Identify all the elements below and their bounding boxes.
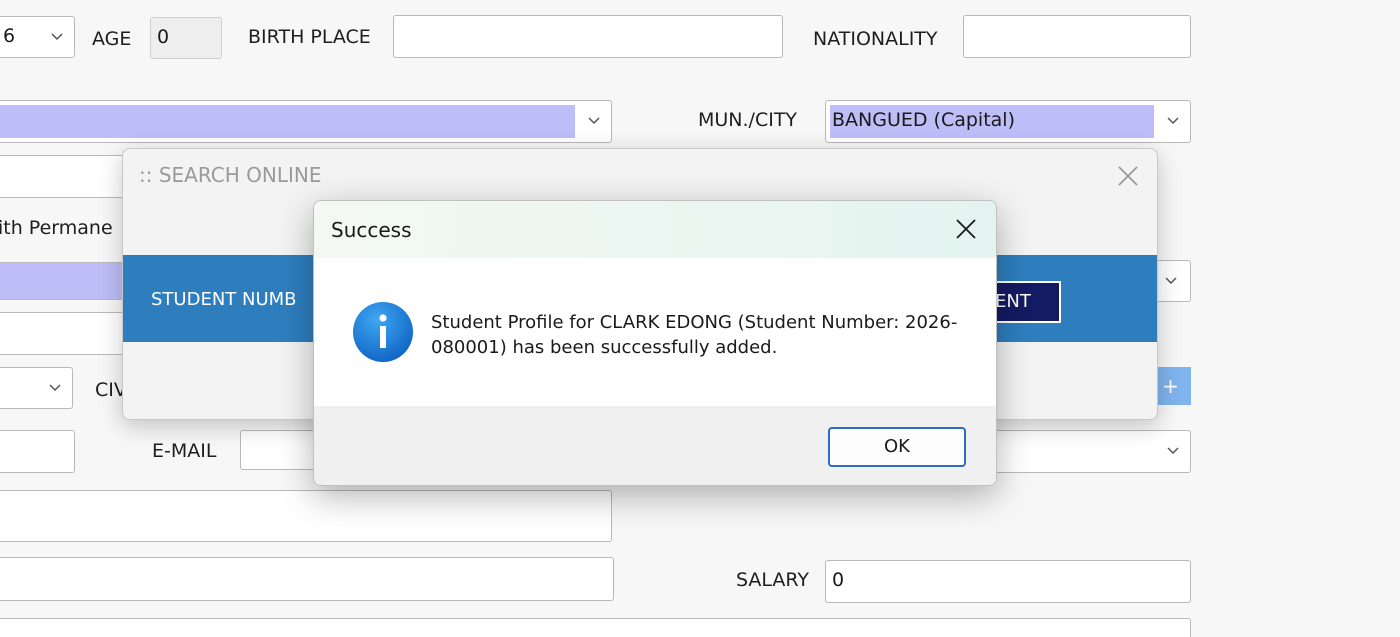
age-field[interactable]: 0 — [150, 17, 222, 59]
mun-city-label: MUN./CITY — [698, 109, 798, 131]
birth-month-value: 6 — [3, 25, 16, 47]
birth-place-field[interactable] — [393, 15, 783, 58]
search-window-title: :: SEARCH ONLINE — [139, 163, 322, 187]
dialog-message: Student Profile for CLARK EDONG (Student… — [431, 312, 958, 358]
dialog-body: Student Profile for CLARK EDONG (Student… — [314, 258, 996, 406]
present-province-select[interactable] — [0, 262, 130, 300]
province-select[interactable] — [0, 100, 612, 143]
contact-number-field[interactable] — [0, 430, 75, 473]
dialog-titlebar: Success — [314, 201, 996, 258]
civil-status-select[interactable] — [0, 367, 73, 409]
plus-icon: + — [1162, 374, 1179, 398]
barangay-field[interactable] — [0, 155, 130, 198]
mun-city-select[interactable]: BANGUED (Capital) — [825, 100, 1191, 143]
age-label: AGE — [92, 28, 132, 50]
guardian-name-field[interactable] — [0, 490, 612, 542]
present-barangay-field[interactable] — [0, 312, 130, 355]
same-as-permanent-label: ith Permane — [0, 217, 113, 239]
salary-label: SALARY — [736, 569, 810, 591]
dialog-title: Success — [331, 218, 412, 242]
chevron-down-icon — [50, 29, 64, 43]
nationality-label: NATIONALITY — [813, 28, 938, 50]
chevron-down-icon — [48, 380, 62, 394]
success-dialog: Success Student Profile for CLARK EDONG … — [313, 200, 997, 486]
salary-field[interactable]: 0 — [825, 560, 1191, 603]
chevron-down-icon — [1164, 273, 1178, 287]
info-icon — [352, 301, 414, 363]
nationality-field[interactable] — [963, 15, 1191, 58]
chevron-down-icon — [1166, 443, 1180, 457]
occupation-select[interactable] — [990, 430, 1191, 473]
birth-month-select[interactable]: 6 — [0, 16, 75, 58]
birth-place-label: BIRTH PLACE — [248, 26, 371, 48]
close-icon[interactable] — [954, 217, 978, 241]
chevron-down-icon — [587, 113, 601, 127]
dialog-footer: OK — [314, 406, 996, 485]
close-icon[interactable] — [1117, 165, 1139, 187]
mun-city-value: BANGUED (Capital) — [832, 109, 1015, 131]
ok-button[interactable]: OK — [828, 427, 966, 467]
province-selection-highlight — [0, 105, 575, 138]
guardian-address-field[interactable] — [0, 557, 614, 601]
chevron-down-icon — [1166, 113, 1180, 127]
student-number-label: STUDENT NUMB — [151, 289, 297, 310]
email-label: E-MAIL — [152, 440, 217, 462]
remarks-field[interactable] — [0, 618, 1191, 637]
